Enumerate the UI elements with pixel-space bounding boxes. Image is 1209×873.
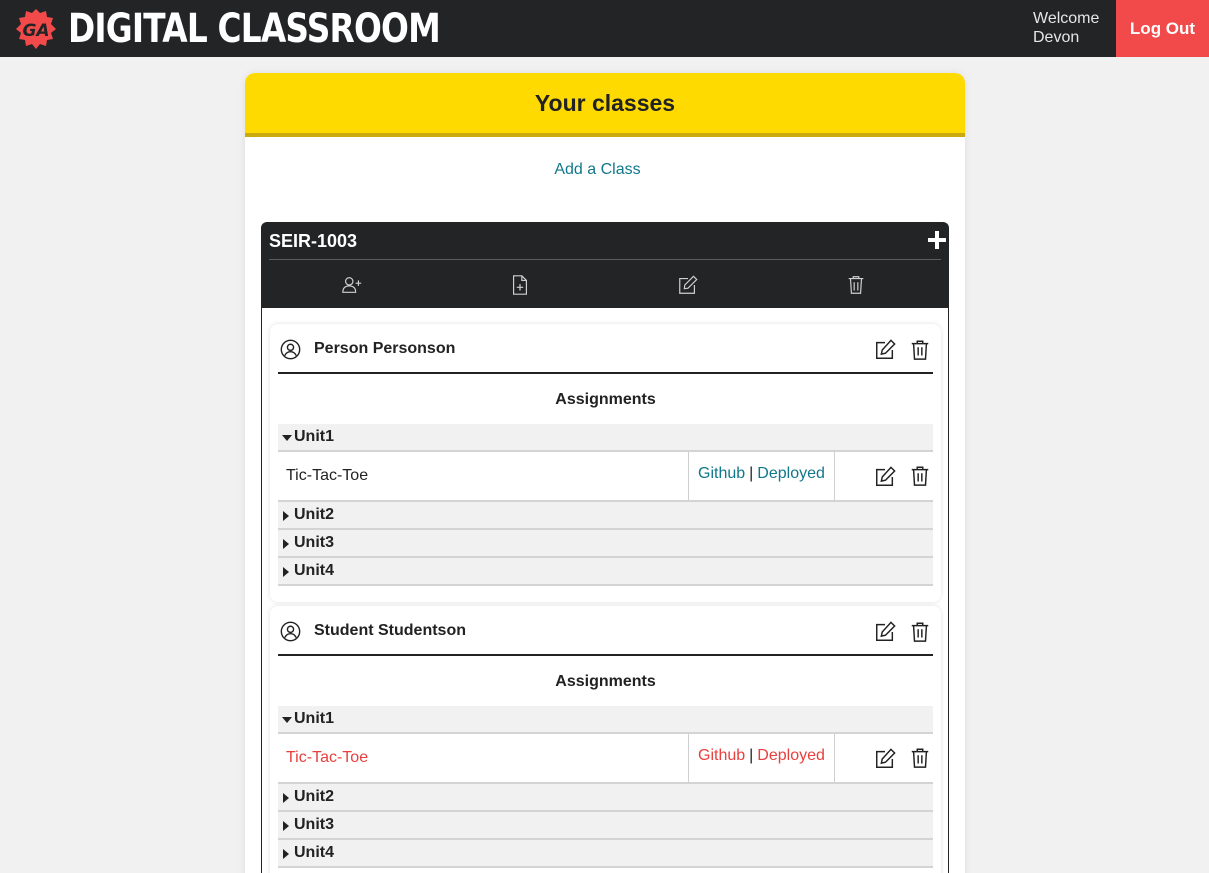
student-header: Student Studentson	[278, 606, 933, 656]
classes-panel: Your classes Add a Class SEIR-1003 Perso…	[245, 73, 965, 873]
unit-toggle[interactable]: Unit2	[278, 784, 933, 812]
student-name: Student Studentson	[314, 622, 466, 639]
delete-assignment-icon[interactable]	[909, 747, 931, 769]
delete-class-icon[interactable]	[845, 274, 867, 296]
logo-text: GA	[22, 21, 49, 41]
column-divider	[834, 452, 835, 500]
username: Devon	[1033, 29, 1080, 46]
add-student-icon[interactable]	[341, 274, 363, 296]
assignment-links: Github | Deployed	[698, 465, 825, 483]
edit-assignment-icon[interactable]	[874, 466, 896, 488]
class-header: SEIR-1003	[269, 222, 946, 260]
unit-label: Unit4	[294, 562, 334, 579]
student-header: Person Personson	[278, 324, 933, 374]
assignments-title: Assignments	[555, 391, 656, 408]
app-title: DIGITAL CLASSROOM	[68, 6, 441, 52]
link-separator: |	[749, 747, 754, 764]
assignment-name: Tic-Tac-Toe	[286, 749, 369, 766]
unit-toggle[interactable]: Unit3	[278, 812, 933, 840]
column-divider	[834, 734, 835, 782]
caret-right-icon	[283, 539, 289, 549]
github-link[interactable]: Github	[698, 747, 745, 764]
unit-label: Unit1	[294, 428, 334, 445]
github-link[interactable]: Github	[698, 465, 745, 482]
add-class-link[interactable]: Add a Class	[245, 161, 950, 179]
caret-down-icon	[282, 435, 292, 441]
deployed-link[interactable]: Deployed	[757, 747, 825, 764]
delete-assignment-icon[interactable]	[909, 465, 931, 487]
unit-toggle[interactable]: Unit1	[278, 706, 933, 734]
unit-toggle[interactable]: Unit2	[278, 502, 933, 530]
class-card: SEIR-1003 Person Personson Assignments U…	[261, 222, 949, 873]
assignments-title: Assignments	[555, 673, 656, 690]
column-divider	[688, 734, 689, 782]
edit-student-icon[interactable]	[874, 339, 896, 361]
unit-label: Unit4	[294, 844, 334, 861]
class-body: Person Personson Assignments Unit1 Tic-T…	[261, 308, 949, 873]
assignment-links: Github | Deployed	[698, 747, 825, 765]
logout-button[interactable]: Log Out	[1116, 0, 1209, 57]
assignment-name: Tic-Tac-Toe	[286, 467, 369, 484]
student-card: Person Personson Assignments Unit1 Tic-T…	[270, 324, 941, 602]
student-name: Person Personson	[314, 340, 456, 357]
unit-toggle[interactable]: Unit4	[278, 840, 933, 868]
user-circle-icon	[280, 339, 301, 360]
edit-assignment-icon[interactable]	[874, 748, 896, 770]
caret-right-icon	[283, 821, 289, 831]
unit-label: Unit1	[294, 710, 334, 727]
column-divider	[688, 452, 689, 500]
unit-label: Unit2	[294, 506, 334, 523]
caret-right-icon	[283, 793, 289, 803]
welcome-label: Welcome	[1033, 10, 1100, 27]
welcome-message: Welcome Devon	[1033, 9, 1099, 47]
delete-student-icon[interactable]	[909, 339, 931, 361]
add-assignment-icon[interactable]	[509, 274, 531, 296]
assignment-row: Tic-Tac-Toe Github | Deployed	[278, 734, 933, 784]
assignment-row: Tic-Tac-Toe Github | Deployed	[278, 452, 933, 502]
caret-right-icon	[283, 849, 289, 859]
unit-toggle[interactable]: Unit4	[278, 558, 933, 586]
caret-right-icon	[283, 567, 289, 577]
edit-student-icon[interactable]	[874, 621, 896, 643]
unit-label: Unit3	[294, 534, 334, 551]
plus-icon[interactable]	[925, 228, 949, 252]
panel-title: Your classes	[245, 73, 965, 137]
caret-right-icon	[283, 511, 289, 521]
top-navbar: GA DIGITAL CLASSROOM Welcome Devon Log O…	[0, 0, 1209, 57]
link-separator: |	[749, 465, 754, 482]
deployed-link[interactable]: Deployed	[757, 465, 825, 482]
edit-class-icon[interactable]	[677, 274, 699, 296]
unit-toggle[interactable]: Unit1	[278, 424, 933, 452]
user-circle-icon	[280, 621, 301, 642]
ga-logo-icon[interactable]: GA	[15, 8, 57, 50]
caret-down-icon	[282, 717, 292, 723]
unit-label: Unit2	[294, 788, 334, 805]
unit-toggle[interactable]: Unit3	[278, 530, 933, 558]
delete-student-icon[interactable]	[909, 621, 931, 643]
unit-label: Unit3	[294, 816, 334, 833]
class-name: SEIR-1003	[269, 231, 358, 251]
student-card: Student Studentson Assignments Unit1 Tic…	[270, 606, 941, 873]
